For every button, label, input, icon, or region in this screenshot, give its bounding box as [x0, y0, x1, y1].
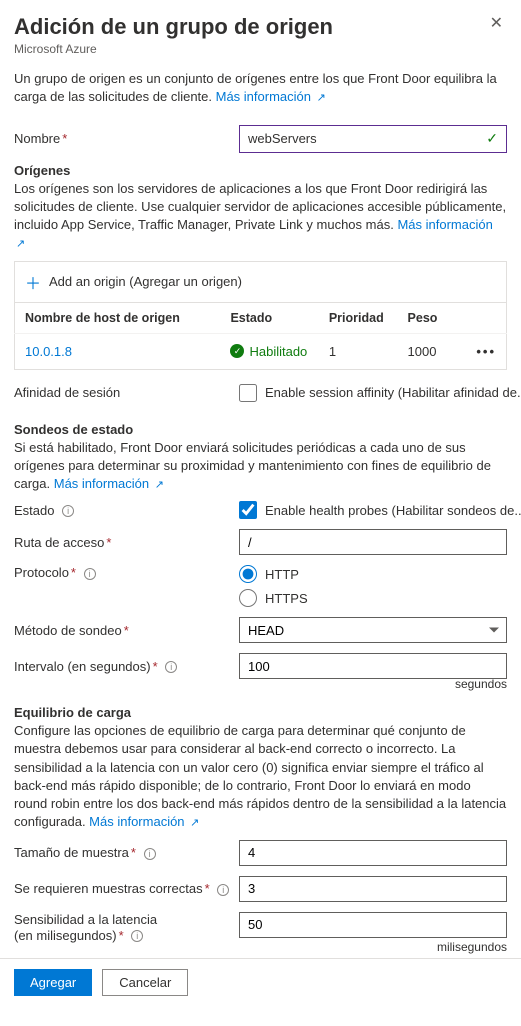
col-host: Nombre de host de origen	[15, 302, 221, 333]
col-priority: Prioridad	[319, 302, 398, 333]
load-balancing-learn-more-link[interactable]: Más información ↗	[89, 814, 199, 829]
protocol-https-radio[interactable]	[239, 589, 257, 607]
probe-path-label: Ruta de acceso*	[14, 535, 239, 550]
load-balancing-desc-text: Configure las opciones de equilibrio de …	[14, 723, 506, 829]
probe-status-label: Estado i	[14, 503, 239, 518]
info-icon[interactable]: i	[144, 848, 156, 860]
load-balancing-learn-more-label: Más información	[89, 814, 184, 829]
info-icon[interactable]: i	[62, 505, 74, 517]
probe-method-label-text: Método de sondeo	[14, 623, 122, 638]
col-status: Estado	[220, 302, 318, 333]
add-button[interactable]: Agregar	[14, 969, 92, 996]
sample-size-input[interactable]	[239, 840, 507, 866]
sample-size-label-text: Tamaño de muestra	[14, 845, 129, 860]
health-probes-learn-more-link[interactable]: Más información ↗	[54, 476, 164, 491]
panel-title: Adición de un grupo de origen	[14, 14, 333, 40]
info-icon[interactable]: i	[165, 661, 177, 673]
health-probes-desc: Si está habilitado, Front Door enviará s…	[14, 439, 507, 494]
probe-path-input[interactable]	[239, 529, 507, 555]
name-label: Nombre*	[14, 131, 239, 146]
load-balancing-desc: Configure las opciones de equilibrio de …	[14, 722, 507, 831]
intro-learn-more-link[interactable]: Más información ↗	[216, 89, 326, 104]
latency-label-line2: (en milisegundos)	[14, 928, 117, 943]
latency-label: Sensibilidad a la latencia (en milisegun…	[14, 912, 239, 945]
load-balancing-title: Equilibrio de carga	[14, 705, 507, 720]
protocol-http-label: HTTP	[265, 567, 299, 582]
name-label-text: Nombre	[14, 131, 60, 146]
protocol-label: Protocolo* i	[14, 565, 239, 580]
info-icon[interactable]: i	[84, 568, 96, 580]
session-affinity-label: Afinidad de sesión	[14, 385, 239, 400]
origins-desc: Los orígenes son los servidores de aplic…	[14, 180, 507, 253]
probe-path-label-text: Ruta de acceso	[14, 535, 104, 550]
successful-samples-input[interactable]	[239, 876, 507, 902]
probe-method-label: Método de sondeo*	[14, 623, 239, 638]
latency-input[interactable]	[239, 912, 507, 938]
status-text: Habilitado	[249, 344, 307, 359]
external-link-icon: ↗	[155, 479, 164, 491]
session-affinity-checkbox-label: Enable session affinity (Habilitar afini…	[265, 385, 521, 400]
protocol-https-label: HTTPS	[265, 591, 308, 606]
plus-icon: ＋	[25, 270, 41, 294]
name-input-value: webServers	[248, 131, 486, 146]
table-row: 10.0.1.8 ✓ Habilitado 1 1000 •••	[15, 333, 507, 369]
health-probes-title: Sondeos de estado	[14, 422, 507, 437]
probe-status-label-text: Estado	[14, 503, 54, 518]
probe-method-select[interactable]: HEAD	[239, 617, 507, 643]
add-origin-label: Add an origin (Agregar un origen)	[49, 274, 242, 289]
interval-label-text: Intervalo (en segundos)	[14, 659, 151, 674]
session-affinity-checkbox[interactable]	[239, 384, 257, 402]
col-weight: Peso	[398, 302, 467, 333]
external-link-icon: ↗	[317, 92, 326, 104]
origin-host-link[interactable]: 10.0.1.8	[25, 344, 72, 359]
intro-text: Un grupo de origen es un conjunto de orí…	[14, 70, 507, 107]
panel-subtitle: Microsoft Azure	[14, 42, 333, 56]
success-icon: ✓	[230, 344, 244, 358]
cancel-button[interactable]: Cancelar	[102, 969, 188, 996]
origins-learn-more-label: Más información	[397, 217, 492, 232]
close-icon[interactable]: ✕	[486, 14, 507, 34]
interval-label: Intervalo (en segundos)* i	[14, 659, 239, 674]
check-icon: ✓	[486, 130, 498, 147]
protocol-http-radio[interactable]	[239, 565, 257, 583]
more-icon[interactable]: •••	[476, 344, 496, 359]
add-origin-button[interactable]: ＋ Add an origin (Agregar un origen)	[14, 261, 507, 302]
interval-input[interactable]	[239, 653, 507, 679]
health-probes-learn-more-label: Más información	[54, 476, 149, 491]
origin-priority: 1	[319, 333, 398, 369]
status-badge: ✓ Habilitado	[230, 344, 308, 359]
origin-weight: 1000	[398, 333, 467, 369]
external-link-icon: ↗	[16, 238, 25, 250]
info-icon[interactable]: i	[217, 884, 229, 896]
footer: Agregar Cancelar	[0, 958, 521, 1006]
origins-title: Orígenes	[14, 163, 507, 178]
successful-samples-label-text: Se requieren muestras correctas	[14, 881, 203, 896]
latency-label-line1: Sensibilidad a la latencia	[14, 912, 157, 927]
successful-samples-label: Se requieren muestras correctas* i	[14, 881, 239, 896]
health-probes-checkbox-label: Enable health probes (Habilitar sondeos …	[265, 503, 521, 518]
latency-unit: milisegundos	[239, 940, 507, 954]
name-input[interactable]: webServers ✓	[239, 125, 507, 153]
health-probes-checkbox[interactable]	[239, 501, 257, 519]
sample-size-label: Tamaño de muestra* i	[14, 845, 239, 860]
origins-table: Nombre de host de origen Estado Priorida…	[14, 302, 507, 370]
interval-unit: segundos	[239, 677, 507, 691]
external-link-icon: ↗	[190, 817, 199, 829]
protocol-label-text: Protocolo	[14, 565, 69, 580]
intro-learn-more-label: Más información	[216, 89, 311, 104]
info-icon[interactable]: i	[131, 930, 143, 942]
